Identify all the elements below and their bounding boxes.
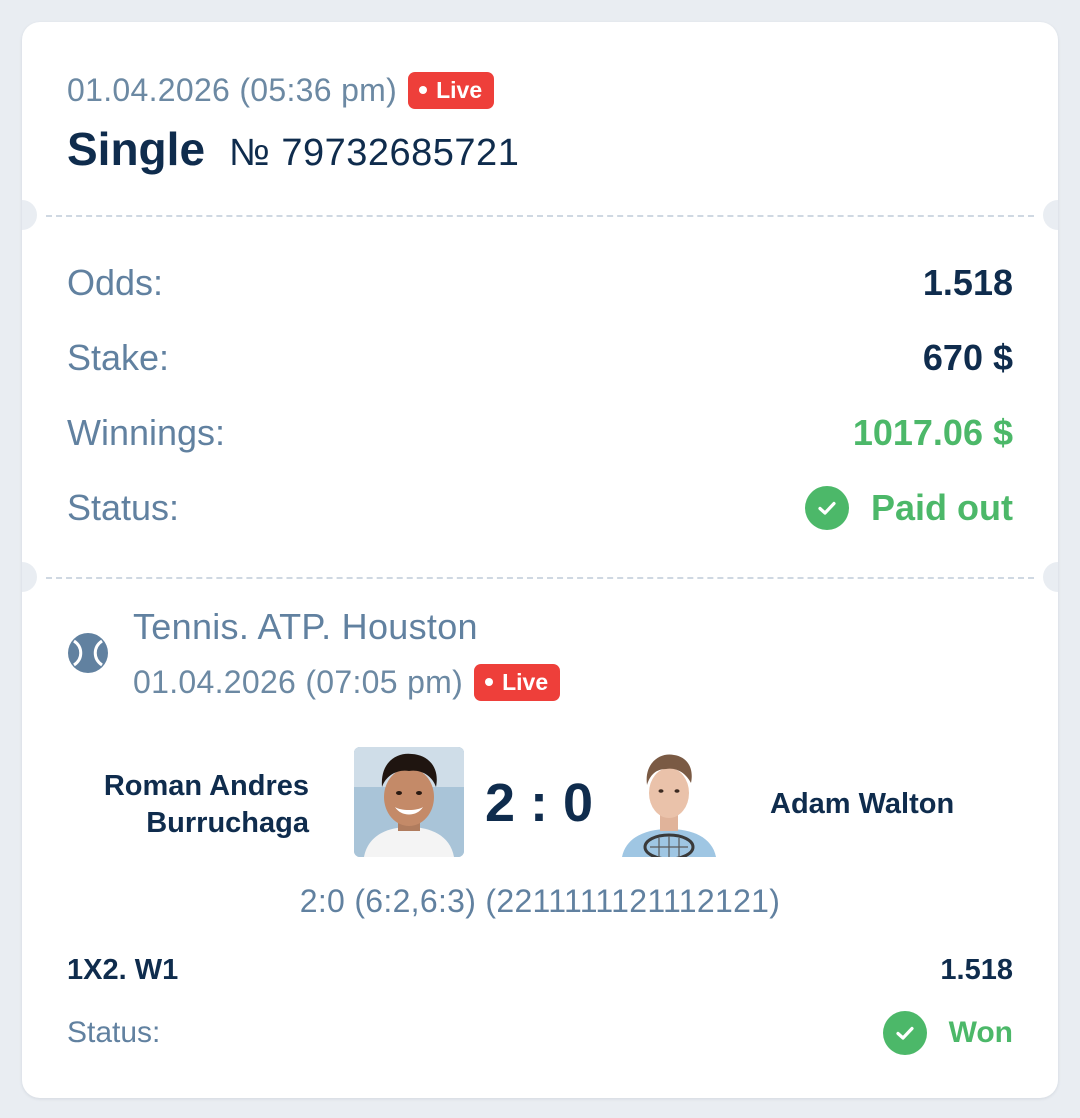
status-value: Paid out: [871, 487, 1013, 528]
selection-status-indicator: Won: [882, 1011, 1013, 1055]
status-row: Status: Paid out: [67, 485, 1013, 531]
stake-label: Stake:: [67, 337, 170, 378]
selection-status-label: Status:: [67, 1016, 161, 1049]
winnings-value: 1017.06 $: [852, 412, 1013, 453]
live-dot-icon: [485, 678, 494, 686]
event-title: Tennis. ATP. Houston: [133, 606, 478, 647]
bet-title-row: Single № 79732685721: [67, 122, 519, 176]
winnings-row: Winnings: 1017.06 $: [67, 410, 1013, 456]
team1-avatar: [354, 747, 464, 857]
stake-row: Stake: 670 $: [67, 335, 1013, 381]
score-detail: 2:0 (6:2,6:3) (2211111121112121): [299, 883, 781, 919]
team1-name-line1: Roman Andres: [103, 770, 309, 802]
live-badge-label: Live: [436, 76, 483, 103]
selection-row: 1X2. W1 1.518: [67, 950, 1013, 990]
selection-odds: 1.518: [940, 953, 1013, 986]
stake-value: 670 $: [922, 337, 1013, 378]
bet-number: № 79732685721: [229, 132, 520, 174]
live-dot-icon: [419, 86, 428, 94]
live-badge-label: Live: [502, 668, 549, 695]
selection-status-value: Won: [948, 1016, 1013, 1049]
check-circle-icon: [882, 1011, 927, 1055]
event-datetime: 01.04.2026 (07:05 pm): [133, 663, 464, 700]
bet-card: 01.04.2026 (05:36 pm) Live Single № 7973…: [22, 22, 1058, 1098]
match-score: 2 : 0: [484, 773, 594, 833]
team2-name: Adam Walton: [770, 788, 955, 820]
odds-row: Odds: 1.518: [67, 260, 1013, 306]
live-badge: Live: [474, 663, 561, 701]
bet-datetime: 01.04.2026 (05:36 pm): [67, 71, 398, 108]
team1-name: Roman Andres Burruchaga: [22, 768, 309, 842]
check-circle-icon: [805, 486, 849, 530]
team1-name-line2: Burruchaga: [146, 807, 309, 839]
odds-value: 1.518: [922, 262, 1013, 303]
tennis-ball-icon: [68, 633, 108, 673]
odds-label: Odds:: [67, 262, 164, 303]
market-name: 1X2. W1: [67, 953, 179, 986]
status-label: Status:: [67, 487, 180, 528]
bet-datetime-row: 01.04.2026 (05:36 pm) Live: [67, 70, 495, 110]
selection-status-row: Status: Won: [67, 1010, 1013, 1056]
status-indicator: Paid out: [805, 486, 1013, 530]
team2-avatar: [614, 747, 724, 857]
live-badge: Live: [408, 71, 495, 109]
winnings-label: Winnings:: [67, 412, 226, 453]
event-datetime-row: 01.04.2026 (07:05 pm) Live: [133, 662, 561, 702]
bet-type: Single: [67, 123, 206, 175]
